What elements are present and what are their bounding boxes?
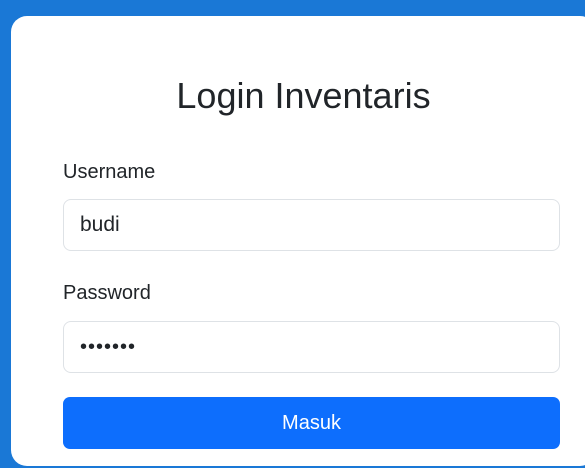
username-value: budi bbox=[80, 213, 120, 236]
username-input[interactable]: budi bbox=[63, 199, 560, 251]
login-card: Login Inventaris Username budi Password … bbox=[11, 16, 585, 466]
password-value: ••••••• bbox=[80, 335, 137, 358]
password-label: Password bbox=[63, 282, 151, 304]
username-label: Username bbox=[63, 161, 156, 183]
submit-button[interactable]: Masuk bbox=[63, 397, 560, 449]
password-input[interactable]: ••••••• bbox=[63, 321, 560, 373]
page-title: Login Inventaris bbox=[176, 75, 431, 116]
submit-button-label: Masuk bbox=[282, 411, 341, 434]
